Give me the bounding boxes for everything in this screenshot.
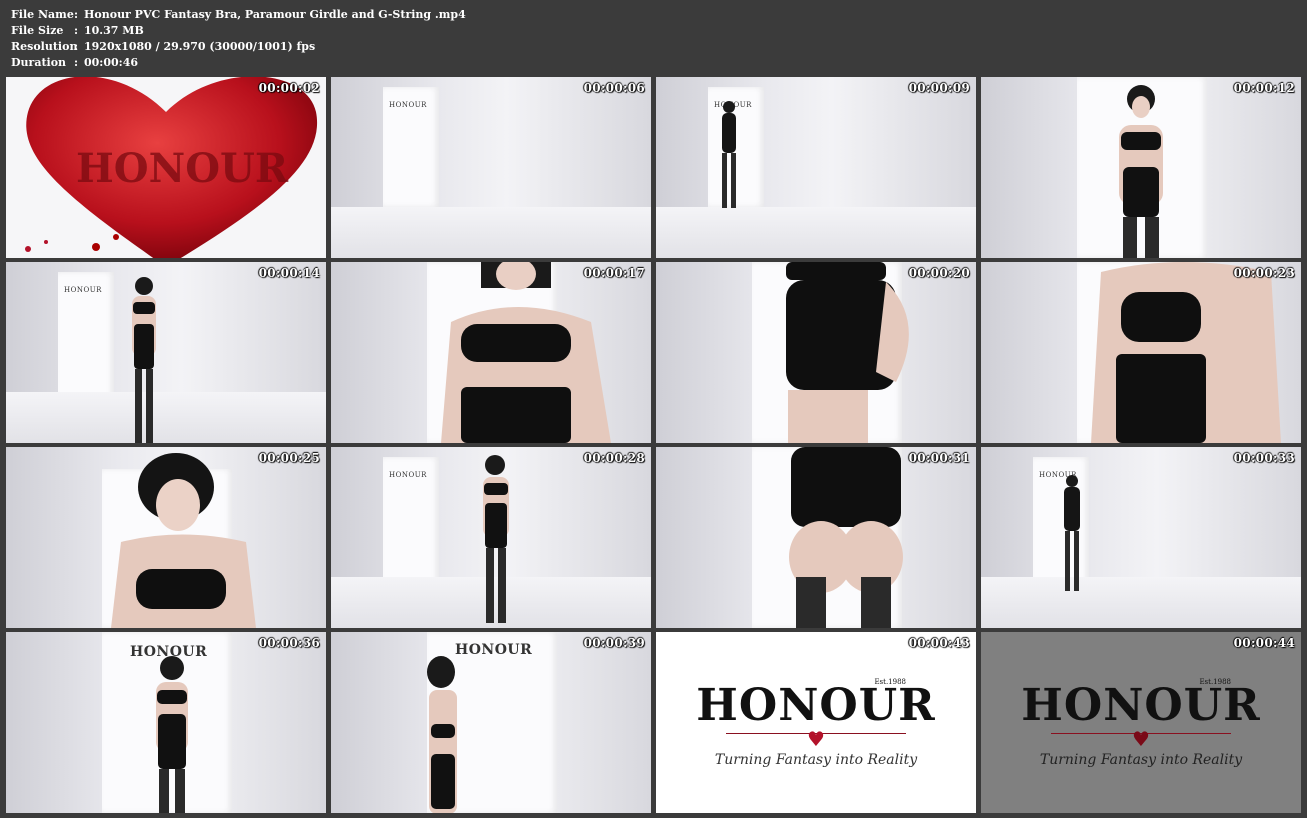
timestamp: 00:00:20 (908, 266, 970, 280)
timestamp: 00:00:31 (908, 451, 970, 465)
thumbnail[interactable]: HONOUR 00:00:39 (331, 632, 651, 813)
file-size-row: File Size : 10.37 MB (11, 23, 466, 39)
model-figure (483, 455, 509, 623)
file-size-value: 10.37 MB (84, 24, 144, 37)
timestamp: 00:00:25 (258, 451, 320, 465)
timestamp: 00:00:09 (908, 81, 970, 95)
thumbnail[interactable]: HONOUR 00:00:33 (981, 447, 1301, 628)
separator: : (74, 40, 79, 53)
door-logo: HONOUR (389, 101, 427, 109)
resolution-label: Resolution (11, 40, 78, 53)
timestamp: 00:00:44 (1233, 636, 1295, 650)
floor (331, 207, 651, 258)
thumbnail[interactable]: Est.1988 HONOUR ♥ Turning Fantasy into R… (981, 632, 1301, 813)
model-figure (156, 656, 188, 813)
model-figure (427, 656, 457, 813)
duration-label: Duration (11, 56, 67, 69)
resolution-row: Resolution : 1920x1080 / 29.970 (30000/1… (11, 39, 466, 55)
thumbnail[interactable]: HONOUR 00:00:02 (6, 77, 326, 258)
door-logo: HONOUR (64, 286, 102, 294)
brand-tagline: Turning Fantasy into Reality (1039, 751, 1243, 768)
timestamp: 00:00:02 (258, 81, 320, 95)
thumbnail[interactable]: HONOUR 00:00:14 (6, 262, 326, 443)
brand-logo: HONOUR (1021, 679, 1261, 731)
thumbnail-grid: HONOUR 00:00:02 HONOUR 00:00:06 HONOUR 0… (6, 77, 1301, 813)
timestamp: 00:00:23 (1233, 266, 1295, 280)
thumbnail[interactable]: HONOUR 00:00:06 (331, 77, 651, 258)
separator: : (74, 56, 79, 69)
thumbnail[interactable]: 00:00:31 (656, 447, 976, 628)
resolution-value: 1920x1080 / 29.970 (30000/1001) fps (84, 40, 316, 53)
door-logo: HONOUR (389, 471, 427, 479)
brand-logo: HONOUR (696, 679, 936, 731)
timestamp: 00:00:12 (1233, 81, 1295, 95)
file-name-value: Honour PVC Fantasy Bra, Paramour Girdle … (84, 8, 466, 21)
thumbnail[interactable]: 00:00:25 (6, 447, 326, 628)
file-info-header: File Name : Honour PVC Fantasy Bra, Para… (11, 7, 466, 71)
file-size-label: File Size (11, 24, 64, 37)
model-figure (786, 262, 909, 443)
heart-icon: ♥ (1132, 726, 1150, 751)
svg-text:HONOUR: HONOUR (76, 145, 289, 192)
duration-row: Duration : 00:00:46 (11, 55, 466, 71)
model-figure (111, 453, 256, 628)
thumbnail[interactable]: 00:00:23 (981, 262, 1301, 443)
model-figure (722, 101, 736, 208)
timestamp: 00:00:33 (1233, 451, 1295, 465)
brand-tagline: Turning Fantasy into Reality (714, 751, 918, 768)
separator: : (74, 8, 79, 21)
model-figure (1091, 262, 1281, 443)
model-figure (1119, 85, 1163, 258)
duration-value: 00:00:46 (84, 56, 139, 69)
timestamp: 00:00:28 (583, 451, 645, 465)
timestamp: 00:00:17 (583, 266, 645, 280)
model-figure (132, 277, 156, 443)
model-figure (789, 447, 903, 628)
heart-logo-image: HONOUR (25, 77, 318, 258)
timestamp: 00:00:06 (583, 81, 645, 95)
thumbnail[interactable]: HONOUR 00:00:28 (331, 447, 651, 628)
model-figure (441, 262, 611, 443)
timestamp: 00:00:39 (583, 636, 645, 650)
thumbnail[interactable]: 00:00:17 (331, 262, 651, 443)
timestamp: 00:00:14 (258, 266, 320, 280)
floor (981, 577, 1301, 628)
thumbnail[interactable]: HONOUR 00:00:09 (656, 77, 976, 258)
model-figure (1064, 475, 1080, 591)
file-name-label: File Name (11, 8, 74, 21)
thumbnail[interactable]: 00:00:20 (656, 262, 976, 443)
separator: : (74, 24, 79, 37)
thumbnail[interactable]: Est.1988 HONOUR ♥ Turning Fantasy into R… (656, 632, 976, 813)
heart-icon: ♥ (807, 726, 825, 751)
thumbnail[interactable]: 00:00:12 (981, 77, 1301, 258)
floor (656, 207, 976, 258)
floor (6, 392, 326, 443)
thumbnail[interactable]: HONOUR 00:00:36 (6, 632, 326, 813)
timestamp: 00:00:36 (258, 636, 320, 650)
file-name-row: File Name : Honour PVC Fantasy Bra, Para… (11, 7, 466, 23)
timestamp: 00:00:43 (908, 636, 970, 650)
